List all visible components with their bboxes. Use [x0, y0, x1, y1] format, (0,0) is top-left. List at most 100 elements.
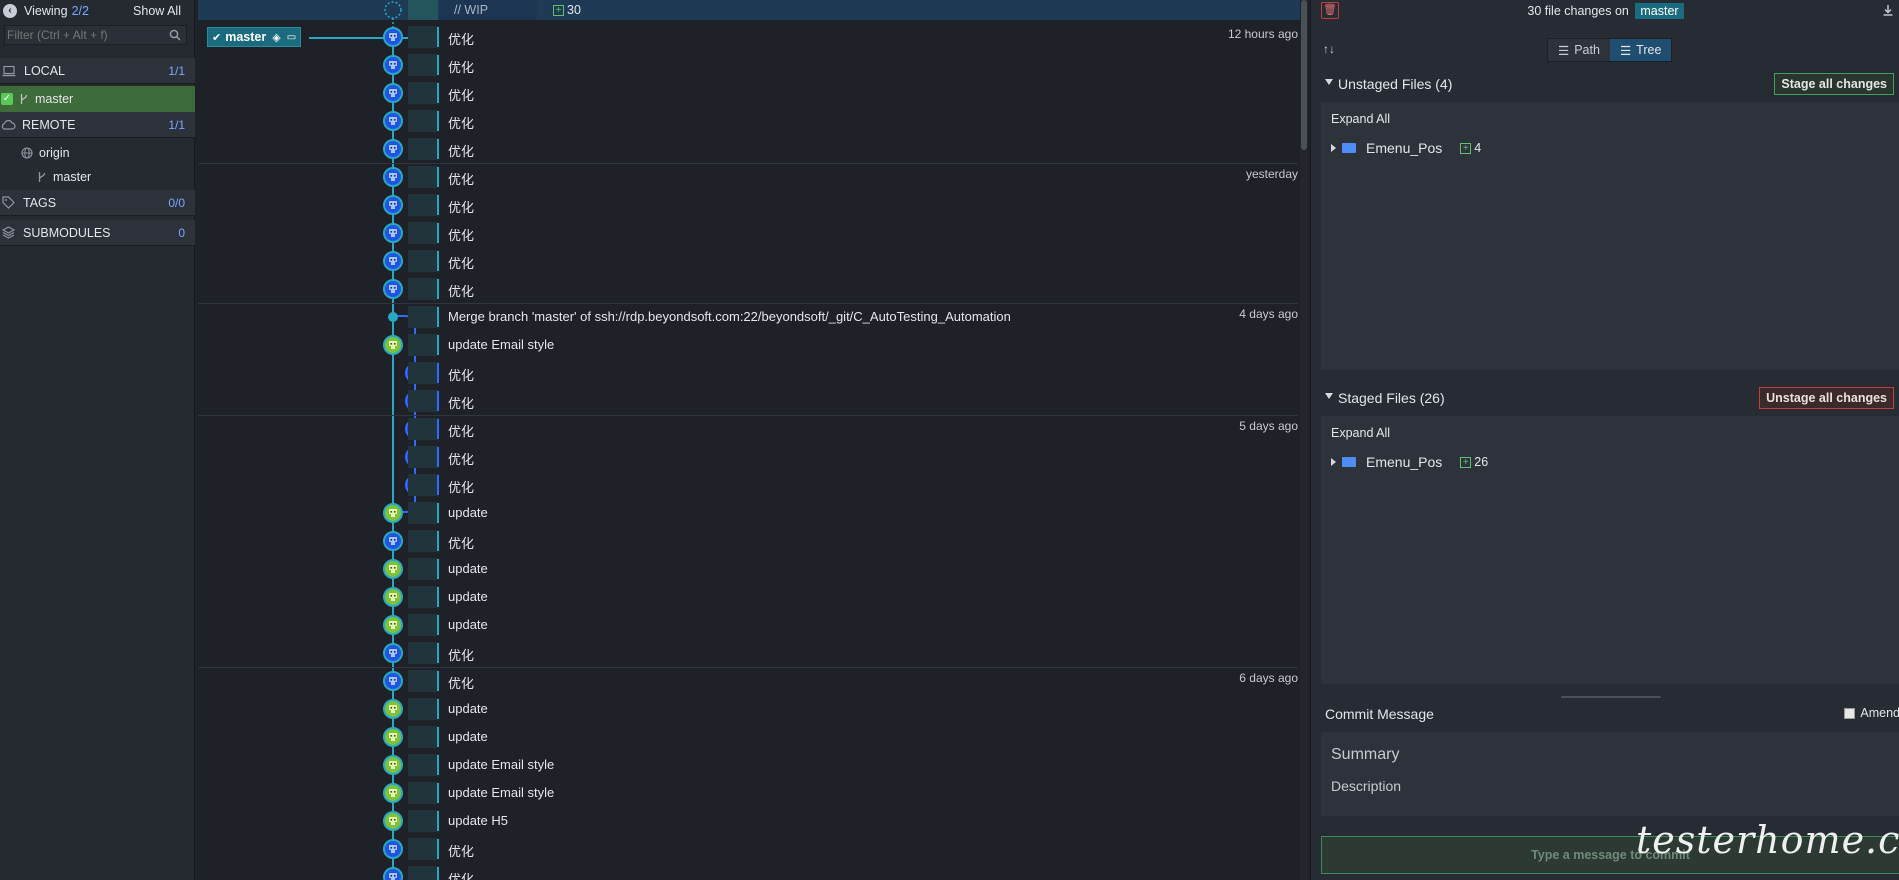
- graph-scrollbar[interactable]: [1300, 0, 1308, 880]
- amend-checkbox[interactable]: [1844, 707, 1856, 719]
- commit-row[interactable]: 优化: [198, 443, 1298, 471]
- row-marker: [437, 391, 439, 411]
- commit-row[interactable]: update Email style: [198, 331, 1298, 359]
- commit-row[interactable]: update H5: [198, 807, 1298, 835]
- staged-expand-all[interactable]: Expand All: [1331, 426, 1390, 440]
- commit-row[interactable]: update: [198, 611, 1298, 639]
- stage-all-button[interactable]: Stage all changes: [1774, 73, 1894, 95]
- row-shade: [408, 866, 438, 880]
- description-input[interactable]: Description: [1331, 778, 1401, 794]
- row-shade: [408, 26, 438, 48]
- commit-row[interactable]: update Email style: [198, 779, 1298, 807]
- commit-message: 优化: [448, 88, 475, 103]
- staged-folder-row[interactable]: Emenu_Pos + 26: [1331, 454, 1488, 470]
- plus-icon: +: [553, 5, 564, 17]
- filter-row: [0, 24, 195, 46]
- commit-message: 优化: [448, 424, 475, 439]
- viewing-count: 2/2: [71, 4, 89, 18]
- row-shade: [408, 530, 438, 552]
- commit-row[interactable]: update: [198, 695, 1298, 723]
- unstage-all-button[interactable]: Unstage all changes: [1759, 387, 1894, 409]
- commit-row[interactable]: 优化: [198, 359, 1298, 387]
- remote-branch-master[interactable]: master: [0, 165, 195, 189]
- wip-count: 30: [567, 3, 581, 17]
- commit-row[interactable]: 优化: [198, 387, 1298, 415]
- show-all-button[interactable]: Show All: [133, 4, 181, 18]
- amend-label: Amend: [1860, 706, 1899, 720]
- local-branch-label: master: [35, 92, 74, 106]
- summary-input[interactable]: Summary: [1331, 746, 1399, 764]
- row-shade: [408, 642, 438, 664]
- staged-header[interactable]: Staged Files (26) Unstage all changes: [1311, 384, 1899, 414]
- branch-icon: [20, 94, 28, 104]
- scrollbar-thumb[interactable]: [1301, 0, 1307, 150]
- view-path-button[interactable]: ☰ Path: [1548, 39, 1610, 61]
- row-marker: [437, 503, 439, 523]
- commit-row[interactable]: 优化: [198, 135, 1298, 163]
- row-marker: [437, 279, 439, 299]
- commit-row[interactable]: 优化 yesterday: [198, 163, 1298, 191]
- commit-row[interactable]: 优化: [198, 79, 1298, 107]
- commit-timestamp: 6 days ago: [1239, 671, 1298, 685]
- filter-input[interactable]: [4, 25, 187, 45]
- commit-message: 优化: [448, 648, 475, 663]
- row-marker: [437, 475, 439, 495]
- unstaged-header[interactable]: Unstaged Files (4) Stage all changes: [1311, 70, 1899, 100]
- local-branch-master[interactable]: ✓ master: [0, 86, 195, 112]
- commit-message: 优化: [448, 144, 475, 159]
- commit-row[interactable]: 优化 6 days ago: [198, 667, 1298, 695]
- row-shade: [408, 334, 438, 356]
- commit-row[interactable]: 优化: [198, 527, 1298, 555]
- local-count: 1/1: [168, 63, 185, 78]
- row-shade: [408, 82, 438, 104]
- commit-row[interactable]: 优化 12 hours ago: [198, 23, 1298, 51]
- commit-row[interactable]: 优化: [198, 247, 1298, 275]
- commit-row[interactable]: 优化: [198, 835, 1298, 863]
- unstaged-expand-all[interactable]: Expand All: [1331, 112, 1390, 126]
- branch-icon: [38, 172, 46, 182]
- commit-row[interactable]: update: [198, 499, 1298, 527]
- submodules-header[interactable]: SUBMODULES 0: [0, 220, 195, 246]
- commit-row[interactable]: 优化: [198, 107, 1298, 135]
- commit-message: 优化: [448, 172, 475, 187]
- commit-message: 优化: [448, 256, 475, 271]
- row-marker: [437, 251, 439, 271]
- commit-header: Commit Message Amend: [1311, 702, 1899, 728]
- remote-header[interactable]: REMOTE 1/1: [0, 112, 195, 138]
- row-shade: [408, 390, 438, 412]
- commit-row[interactable]: 优化: [198, 219, 1298, 247]
- search-icon: [169, 29, 181, 41]
- wip-node: [384, 1, 402, 19]
- commit-message: Merge branch 'master' of ssh://rdp.beyon…: [448, 309, 1011, 324]
- row-marker: [437, 699, 439, 719]
- row-marker: [437, 419, 439, 439]
- commit-row[interactable]: Merge branch 'master' of ssh://rdp.beyon…: [198, 303, 1298, 331]
- commit-row[interactable]: update: [198, 723, 1298, 751]
- amend-checkbox-wrap[interactable]: Amend: [1844, 706, 1899, 720]
- commit-row[interactable]: 优化: [198, 471, 1298, 499]
- commit-row[interactable]: 优化: [198, 51, 1298, 79]
- remote-origin[interactable]: origin: [0, 141, 195, 165]
- row-shade: [408, 362, 438, 384]
- row-marker: [437, 531, 439, 551]
- resize-handle[interactable]: [1561, 696, 1661, 698]
- commit-row[interactable]: 优化 5 days ago: [198, 415, 1298, 443]
- row-shade: [408, 194, 438, 216]
- commit-row[interactable]: update Email style: [198, 751, 1298, 779]
- tags-header[interactable]: TAGS 0/0: [0, 190, 195, 216]
- download-icon[interactable]: [1882, 4, 1894, 16]
- back-icon[interactable]: ‹: [3, 4, 17, 18]
- commit-row[interactable]: 优化: [198, 639, 1298, 667]
- commit-row[interactable]: 优化: [198, 275, 1298, 303]
- tag-icon: [2, 196, 15, 209]
- commit-row[interactable]: update: [198, 555, 1298, 583]
- sort-icon[interactable]: ↑↓: [1323, 42, 1335, 56]
- commit-row[interactable]: 优化: [198, 863, 1298, 880]
- commit-row[interactable]: update: [198, 583, 1298, 611]
- commit-row[interactable]: 优化: [198, 191, 1298, 219]
- local-header[interactable]: LOCAL 1/1: [0, 58, 195, 84]
- unstaged-folder-row[interactable]: Emenu_Pos + 4: [1331, 140, 1481, 156]
- changes-title: 30 file changes on master: [1311, 3, 1899, 19]
- view-tree-button[interactable]: ☰ Tree: [1609, 39, 1672, 61]
- row-shade: [408, 810, 438, 832]
